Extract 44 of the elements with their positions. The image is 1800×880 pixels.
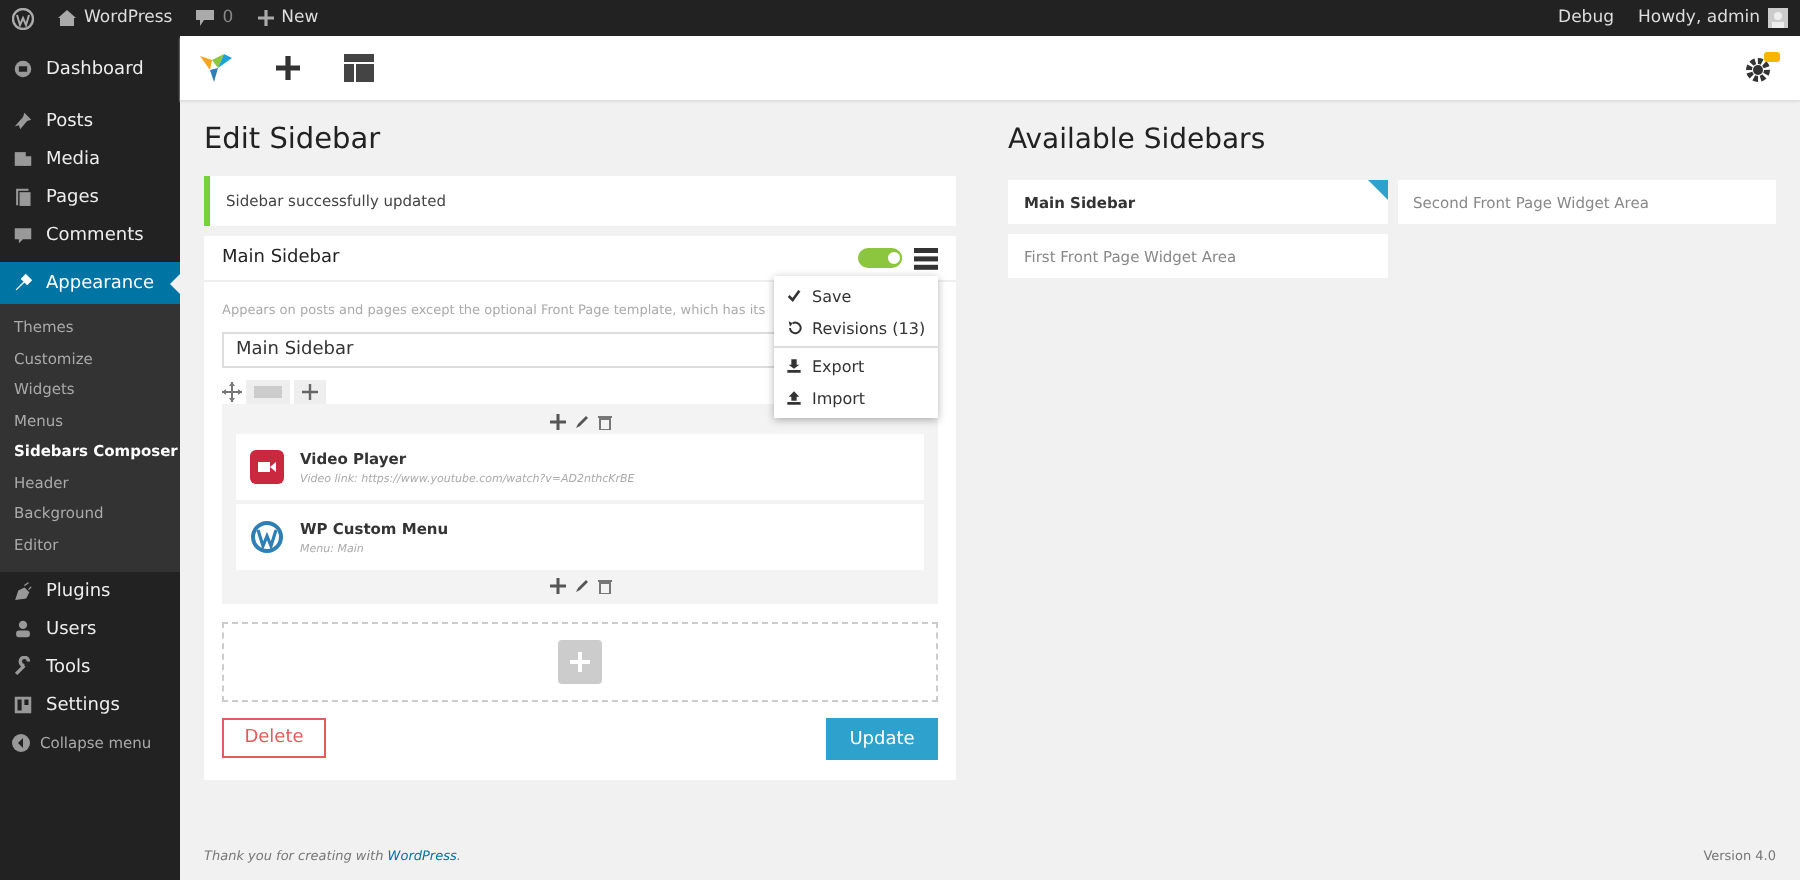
pencil-icon[interactable] <box>573 414 589 430</box>
menu-item[interactable]: Users <box>0 610 180 648</box>
trash-icon[interactable] <box>597 578 611 594</box>
site-link[interactable]: WordPress <box>84 8 173 28</box>
menu-item[interactable]: Comments <box>0 216 180 254</box>
option-icon <box>786 358 802 374</box>
gear-icon[interactable] <box>1744 52 1780 84</box>
menu-item[interactable]: Pages <box>0 178 180 216</box>
add-icon[interactable] <box>549 414 565 430</box>
collapse-icon <box>12 734 30 752</box>
video-camera-icon <box>250 450 284 484</box>
page-title: Edit Sidebar <box>204 124 383 156</box>
layout-icon[interactable] <box>344 54 374 82</box>
menu-item[interactable]: Appearance <box>0 262 180 304</box>
menu-item[interactable]: Tools <box>0 648 180 686</box>
enable-toggle[interactable] <box>858 248 902 268</box>
new-link[interactable]: New <box>281 8 319 28</box>
wordpress-logo-icon[interactable] <box>12 7 34 29</box>
menu-option[interactable]: Save <box>774 280 938 312</box>
plus-icon <box>257 10 274 26</box>
add-icon[interactable] <box>549 578 565 594</box>
card-title: Main Sidebar <box>222 248 342 268</box>
menu-option[interactable]: Import <box>774 382 938 414</box>
plus-icon[interactable] <box>276 56 300 80</box>
menu-item[interactable]: Dashboard <box>0 50 180 88</box>
trash-icon[interactable] <box>597 414 611 430</box>
option-icon <box>786 390 802 406</box>
move-icon[interactable] <box>222 382 242 402</box>
menu-item[interactable]: Media <box>0 140 180 178</box>
greeting-link[interactable]: Howdy, admin <box>1637 8 1760 28</box>
menu-item[interactable]: Plugins <box>0 572 180 610</box>
section-title: Available Sidebars <box>1008 124 1268 156</box>
home-icon <box>58 10 76 26</box>
comment-count[interactable]: 0 <box>222 8 234 28</box>
add-column-tab[interactable] <box>294 380 326 404</box>
delete-button[interactable]: Delete <box>222 718 326 758</box>
wordpress-logo-icon <box>250 520 284 554</box>
logo-icon[interactable] <box>200 52 232 84</box>
menu-item[interactable]: Settings <box>0 686 180 724</box>
comment-icon <box>196 10 215 26</box>
pencil-icon[interactable] <box>573 578 589 594</box>
menu-item[interactable]: Posts <box>0 102 180 140</box>
plus-icon <box>570 652 590 672</box>
debug-link[interactable]: Debug <box>1558 8 1614 28</box>
